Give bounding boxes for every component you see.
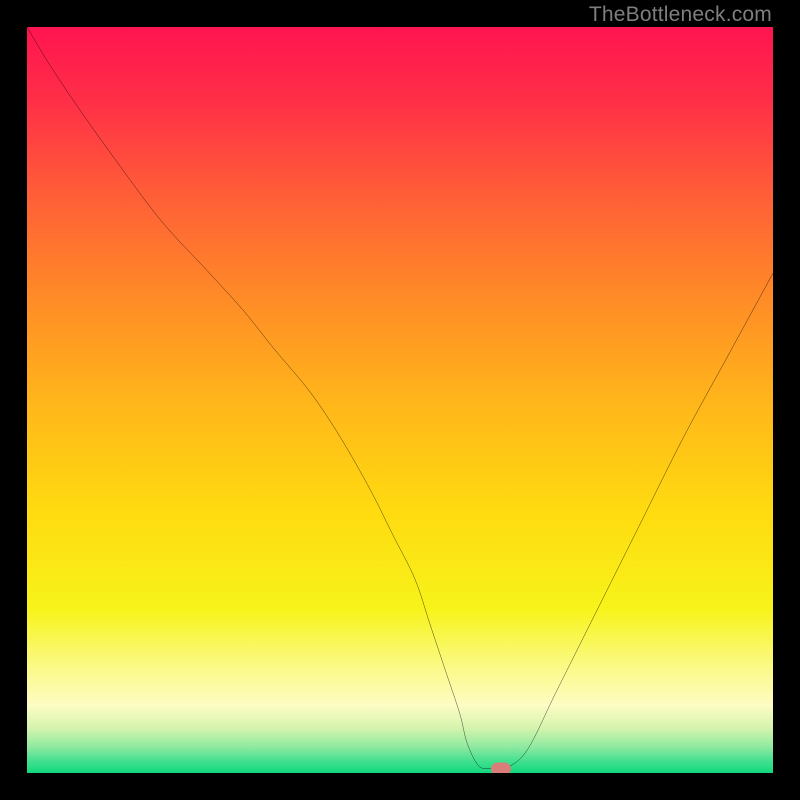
- optimal-marker: [491, 762, 511, 773]
- plot-area: [27, 27, 773, 773]
- watermark-label: TheBottleneck.com: [589, 3, 772, 27]
- bottleneck-curve: [27, 27, 773, 773]
- chart-frame: TheBottleneck.com: [0, 0, 800, 800]
